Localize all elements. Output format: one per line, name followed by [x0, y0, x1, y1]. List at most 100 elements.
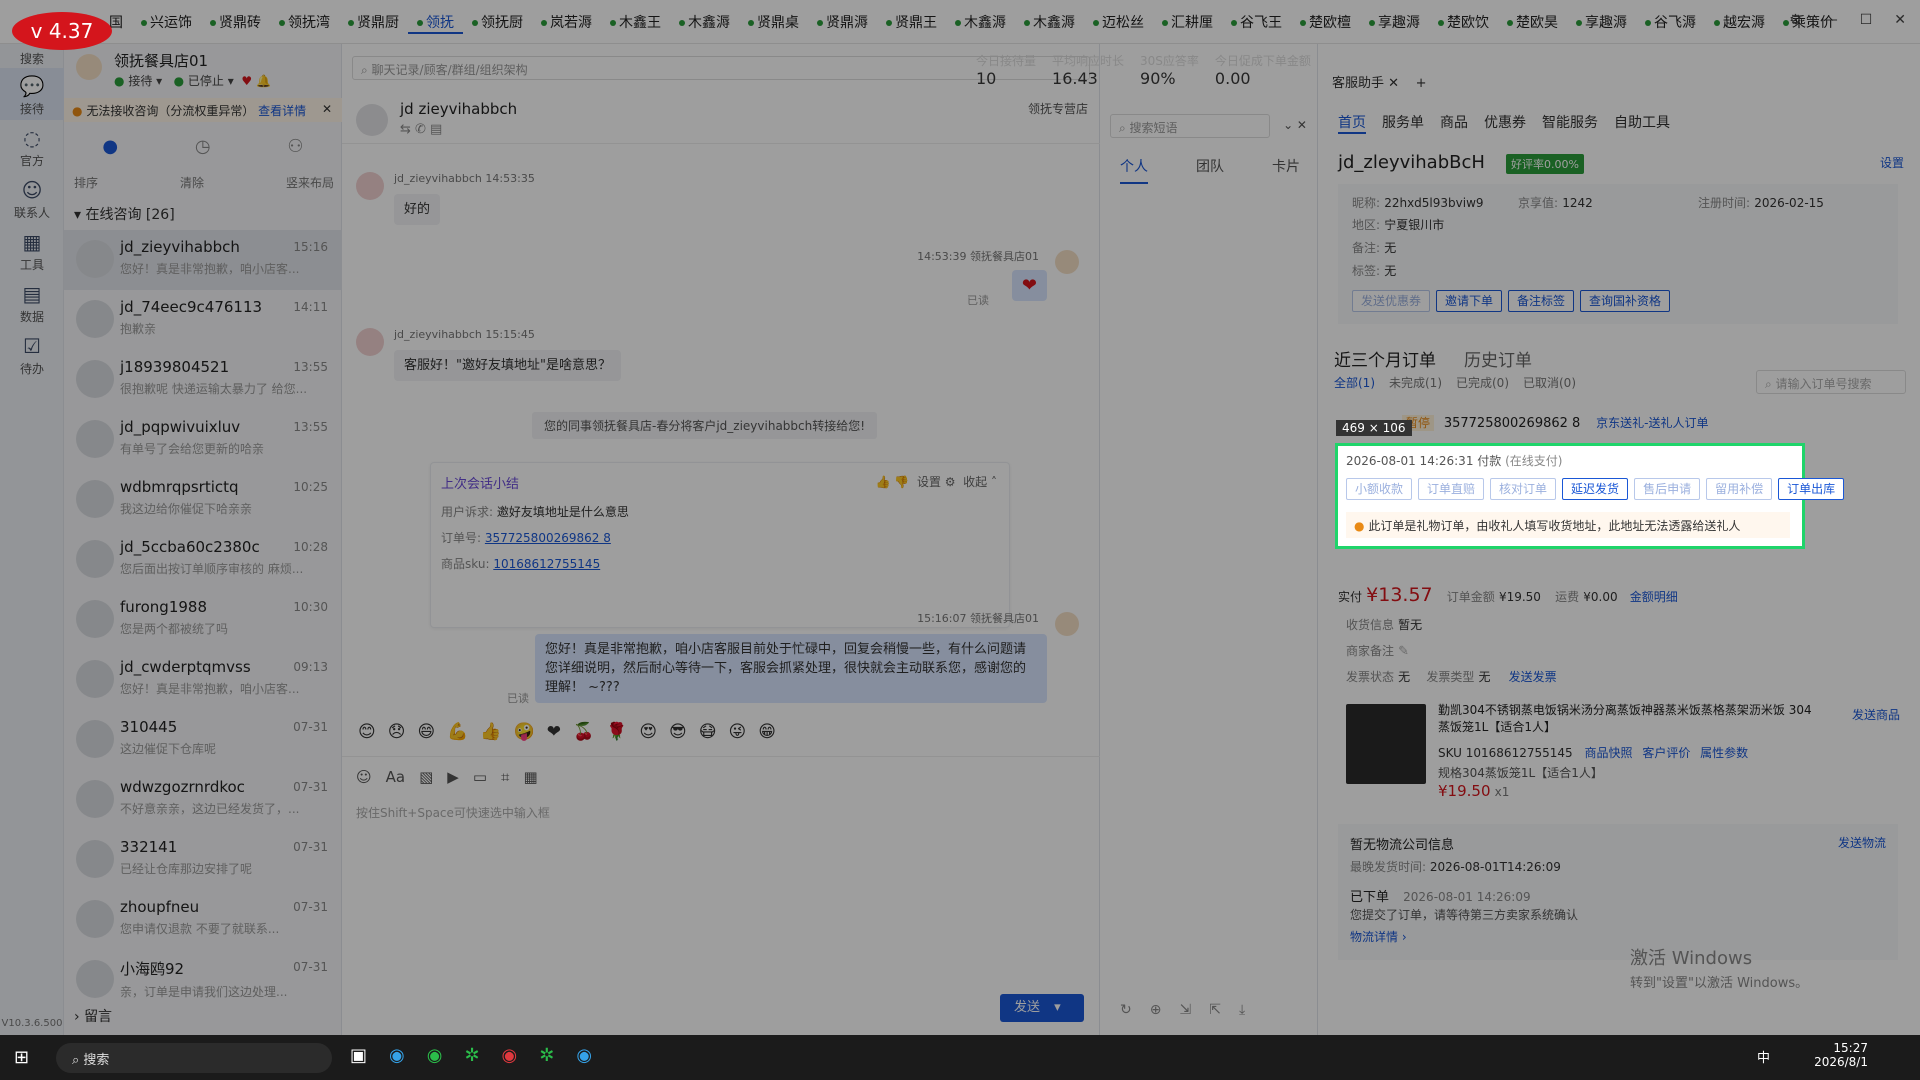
shop-tab[interactable]: 谷飞王 [1222, 12, 1291, 34]
emoji[interactable]: 🍒 [573, 722, 594, 742]
app-icon[interactable]: ✲ [464, 1045, 479, 1066]
crop-icon[interactable]: ⌗ [501, 768, 509, 786]
tab-recent-orders[interactable]: 近三个月订单 [1334, 346, 1436, 371]
shop-tab[interactable]: 越宏溽 [1705, 12, 1774, 34]
conversation-item[interactable]: wdbmrqpsrtictq 10:25 我这边给你催促下哈亲亲 [64, 470, 342, 530]
table-icon[interactable]: ▦ [523, 768, 537, 786]
edge-icon[interactable]: ◉ [389, 1045, 405, 1066]
conversation-item[interactable]: furong1988 10:30 您是两个都被统了吗 [64, 590, 342, 650]
leave-msg-header[interactable]: › 留言 [74, 1006, 112, 1026]
group-icon[interactable]: ⚇ [287, 136, 303, 157]
conversation-item[interactable]: zhoupfneu 07-31 您申请仅退款 不要了就联系... [64, 890, 342, 950]
shop-tab[interactable]: 楚欧饮 [1429, 12, 1498, 34]
phrase-search-input[interactable]: ⌕ 搜索短语 [1110, 114, 1270, 138]
shop-tab[interactable]: 领抚湾 [270, 12, 339, 34]
online-header[interactable]: ▾ 在线咨询 [26] [74, 204, 175, 224]
shop-tab[interactable]: 享趣溽 [1567, 12, 1636, 34]
filter-pending[interactable]: 未完成(1) [1389, 374, 1442, 391]
conversation-item[interactable]: jd_pqpwivuixluv 13:55 有单号了会给您更新的哈亲 [64, 410, 342, 470]
edit-icon[interactable]: ✎ [1398, 644, 1409, 659]
stop-status[interactable]: 已停止 [188, 74, 224, 88]
shop-tab[interactable]: 木鑫溽 [946, 12, 1015, 34]
receive-status[interactable]: 接待 [128, 74, 152, 88]
summary-settings[interactable]: 设置 [917, 475, 941, 489]
rail-item[interactable]: 💬 接待 [0, 68, 64, 120]
order-action-button[interactable]: 核对订单 [1490, 478, 1557, 500]
conversation-item[interactable]: jd_zieyvihabbch 15:16 您好！真是非常抱歉，咱小店客... [64, 230, 342, 290]
taskbar-search[interactable]: ⌕ 搜索 [56, 1043, 332, 1073]
conversation-item[interactable]: jd_5ccba60c2380c 10:28 您后面出按订单顺序审核的 麻烦... [64, 530, 342, 590]
maximize-icon[interactable]: ☐ [1860, 12, 1873, 28]
subsidy-check-button[interactable]: 查询国补资格 [1580, 290, 1671, 312]
sku-link[interactable]: 10168612755145 [493, 557, 600, 571]
refresh-icon[interactable]: ↻ [1120, 1002, 1132, 1018]
rail-item[interactable]: ◌ 官方 [0, 120, 64, 172]
emoji[interactable]: 😞 [388, 722, 406, 742]
conversation-item[interactable]: jd_cwderptqmvss 09:13 您好！真是非常抱歉，咱小店客... [64, 650, 342, 710]
shop-tab[interactable]: 贤鼎砖 [201, 12, 270, 34]
video-icon[interactable]: ▶ [447, 768, 459, 786]
assistant-nav-item[interactable]: 服务单 [1382, 112, 1424, 134]
filter-cancelled[interactable]: 已取消(0) [1523, 374, 1576, 391]
order-search-input[interactable]: ⌕ 请输入订单号搜索 [1756, 370, 1906, 394]
close-warning-icon[interactable]: ✕ [322, 102, 332, 116]
wechat-icon[interactable]: ◉ [427, 1045, 443, 1066]
logistics-detail-link[interactable]: 物流详情 › [1350, 928, 1407, 945]
order-action-button[interactable]: 小额收款 [1346, 478, 1413, 500]
order-action-button[interactable]: 延迟发货 [1562, 478, 1629, 500]
bell-icon[interactable]: 🔔 [256, 74, 271, 88]
send-product-link[interactable]: 发送商品 [1852, 706, 1900, 723]
rail-item[interactable]: ☺ 联系人 [0, 172, 64, 224]
emoji[interactable]: 👍 [480, 722, 501, 742]
chat-list-icon[interactable]: ● [102, 136, 118, 157]
app-icon[interactable]: ◉ [502, 1045, 518, 1066]
close-icon[interactable]: ✕ [1894, 12, 1906, 28]
filter-done[interactable]: 已完成(0) [1456, 374, 1509, 391]
order-link[interactable]: 357725800269862 8 [485, 531, 611, 545]
conversation-item[interactable]: wdwzgozrnrdkoc 07-31 不好意亲亲，这边已经发货了，... [64, 770, 342, 830]
conversation-item[interactable]: 小海鸥92 07-31 亲，订单是申请我们这边处理... [64, 950, 342, 1010]
assistant-nav-item[interactable]: 智能服务 [1542, 112, 1598, 134]
emoji[interactable]: 😄 [417, 722, 435, 742]
minimize-icon[interactable]: — [1824, 12, 1838, 28]
download-icon[interactable]: ⤓ [1239, 1002, 1245, 1018]
invite-order-button[interactable]: 邀请下单 [1436, 290, 1503, 312]
font-icon[interactable]: Aa [386, 768, 405, 786]
conversation-item[interactable]: jd_74eec9c476113 14:11 抱歉亲 [64, 290, 342, 350]
emoji-icon[interactable]: ☺ [356, 768, 372, 786]
summary-collapse[interactable]: 收起 [963, 475, 987, 489]
import-icon[interactable]: ⇲ [1179, 1002, 1191, 1018]
tab-history-orders[interactable]: 历史订单 [1464, 346, 1532, 371]
app-icon[interactable]: ✲ [539, 1045, 554, 1066]
emoji[interactable]: 🤪 [514, 722, 535, 742]
shop-tab[interactable]: 贤鼎溽 [808, 12, 877, 34]
assistant-nav-item[interactable]: 优惠券 [1484, 112, 1526, 134]
shop-tab[interactable]: 汇耕厘 [1153, 12, 1222, 34]
emoji[interactable]: 💪 [447, 722, 468, 742]
send-button[interactable]: 发送 ▾ [1000, 994, 1084, 1022]
rail-item[interactable]: ☑ 待办 [0, 328, 64, 380]
snapshot-link[interactable]: 商品快照 [1584, 746, 1632, 760]
send-logistics-link[interactable]: 发送物流 [1838, 834, 1886, 851]
reviews-link[interactable]: 客户评价 [1642, 746, 1690, 760]
shop-tab[interactable]: 领抚厨 [463, 12, 532, 34]
order-action-button[interactable]: 订单出库 [1778, 478, 1845, 500]
export-icon[interactable]: ⇱ [1209, 1002, 1221, 1018]
emoji[interactable]: 😊 [358, 722, 376, 742]
warning-link[interactable]: 查看详情 [258, 104, 306, 118]
app-icon[interactable]: ◉ [576, 1045, 592, 1066]
message-input[interactable]: 按住Shift+Space可快速选中输入框 [356, 804, 550, 821]
shop-tab[interactable]: 楚欧昊 [1498, 12, 1567, 34]
tab-card[interactable]: 卡片 [1272, 156, 1300, 176]
rail-item[interactable]: ▦ 工具 [0, 224, 64, 276]
shop-tab[interactable]: 木鑫王 [601, 12, 670, 34]
shop-tab[interactable]: 享趣溽 [1360, 12, 1429, 34]
image-icon[interactable]: ▧ [419, 768, 433, 786]
add-icon[interactable]: ⊕ [1150, 1002, 1162, 1018]
filter-all[interactable]: 全部(1) [1334, 374, 1375, 391]
shop-tab[interactable]: 木鑫溽 [1015, 12, 1084, 34]
history-icon[interactable]: ◷ [195, 136, 211, 157]
windows-start-icon[interactable]: ⊞ [14, 1047, 29, 1068]
layout-button[interactable]: 竖来布局 [286, 174, 334, 191]
conversation-item[interactable]: 310445 07-31 这边催促下仓库呢 [64, 710, 342, 770]
